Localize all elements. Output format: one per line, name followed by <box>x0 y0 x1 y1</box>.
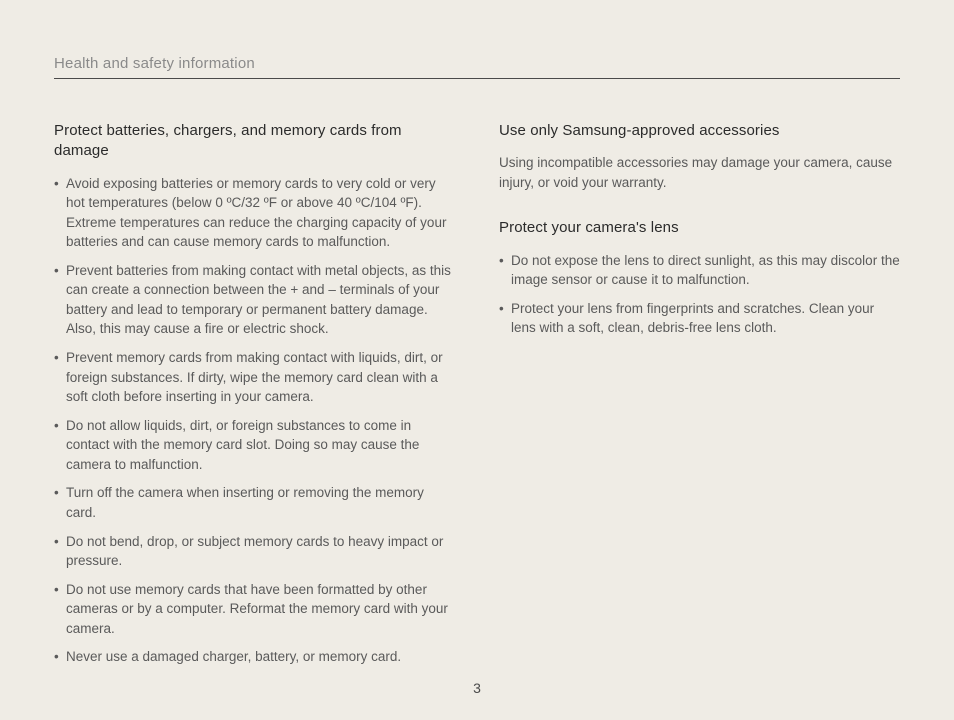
page-number: 3 <box>0 680 954 696</box>
page-header: Health and safety information <box>54 55 900 79</box>
list-item: Do not use memory cards that have been f… <box>54 580 455 639</box>
list-item: Never use a damaged charger, battery, or… <box>54 647 455 667</box>
list-item: Protect your lens from fingerprints and … <box>499 299 900 338</box>
list-item: Do not expose the lens to direct sunligh… <box>499 251 900 290</box>
right-column: Use only Samsung-approved accessories Us… <box>499 121 900 676</box>
list-item: Avoid exposing batteries or memory cards… <box>54 174 455 252</box>
list-item: Prevent memory cards from making contact… <box>54 348 455 407</box>
list-item: Do not bend, drop, or subject memory car… <box>54 532 455 571</box>
bullet-list-lens: Do not expose the lens to direct sunligh… <box>499 251 900 338</box>
paragraph-accessories: Using incompatible accessories may damag… <box>499 153 900 192</box>
list-item: Prevent batteries from making contact wi… <box>54 261 455 339</box>
bullet-list-batteries: Avoid exposing batteries or memory cards… <box>54 174 455 667</box>
content-columns: Protect batteries, chargers, and memory … <box>54 121 900 676</box>
section-title-accessories: Use only Samsung-approved accessories <box>499 121 900 141</box>
section-title-lens: Protect your camera's lens <box>499 218 900 238</box>
document-page: Health and safety information Protect ba… <box>0 0 954 720</box>
section-title-protect-batteries: Protect batteries, chargers, and memory … <box>54 121 455 162</box>
list-item: Turn off the camera when inserting or re… <box>54 483 455 522</box>
list-item: Do not allow liquids, dirt, or foreign s… <box>54 416 455 475</box>
left-column: Protect batteries, chargers, and memory … <box>54 121 455 676</box>
